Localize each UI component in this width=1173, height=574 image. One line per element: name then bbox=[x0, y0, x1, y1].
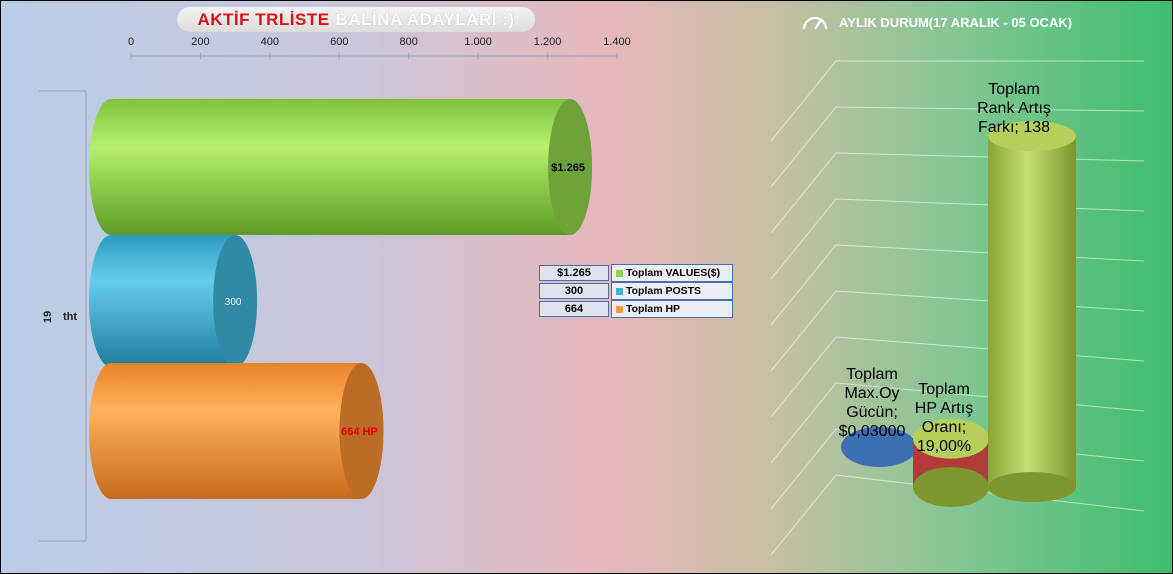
data-label-line: Rank Artış bbox=[977, 100, 1051, 117]
data-label-line: Toplam bbox=[988, 81, 1040, 98]
bar-2: 300 bbox=[89, 235, 258, 367]
gridline-side bbox=[770, 152, 837, 234]
x-tick-label: 800 bbox=[400, 36, 418, 48]
category-label-name: tht bbox=[63, 311, 77, 323]
cylinder-body bbox=[988, 136, 1076, 487]
bar-series: $1.265 300 664 HP bbox=[89, 99, 593, 499]
legend-entry: Toplam POSTS bbox=[611, 282, 733, 300]
legend-value: 300 bbox=[539, 283, 609, 299]
bar-data-label: $1.265 bbox=[551, 162, 585, 174]
category-label-number: 19 bbox=[42, 311, 54, 323]
gridline-side bbox=[770, 290, 837, 372]
x-tick-label: 600 bbox=[330, 36, 348, 48]
x-tick-label: 1.400 bbox=[603, 36, 631, 48]
legend-value: 664 bbox=[539, 301, 609, 317]
legend-swatch bbox=[616, 305, 623, 313]
cylinder-base bbox=[913, 467, 989, 507]
gridline-side bbox=[770, 428, 837, 510]
legend-value: $1.265 bbox=[539, 265, 609, 281]
legend-label: Toplam HP bbox=[626, 303, 681, 315]
data-label: Toplam HP Artış Oranı; 19,00% bbox=[891, 380, 997, 456]
data-label-line: Oranı; bbox=[921, 419, 967, 436]
bar-body bbox=[89, 99, 571, 235]
legend-entry: Toplam VALUES($) bbox=[611, 264, 733, 282]
legend-row: $1.265 Toplam VALUES($) bbox=[539, 264, 733, 282]
legend-table: $1.265 Toplam VALUES($) 300 Toplam POSTS 664… bbox=[539, 264, 733, 318]
data-label-line: 19,00% bbox=[916, 438, 972, 455]
gridline-side bbox=[770, 60, 837, 142]
data-label: Toplam Rank Artış Farkı; 138 bbox=[961, 80, 1067, 137]
data-label-line: HP Artış bbox=[914, 400, 974, 417]
x-tick-label: 400 bbox=[261, 36, 279, 48]
x-tick-label: 1.200 bbox=[534, 36, 562, 48]
x-tick-label: 200 bbox=[191, 36, 209, 48]
cylinder-base bbox=[988, 472, 1076, 502]
gridline-side bbox=[770, 106, 837, 188]
x-tick-label: 0 bbox=[128, 36, 134, 48]
legend-entry: Toplam HP bbox=[611, 300, 733, 318]
legend-label: Toplam VALUES($) bbox=[626, 267, 721, 279]
legend-swatch bbox=[616, 287, 623, 295]
gridline-side bbox=[770, 198, 837, 280]
bar-data-label: 300 bbox=[225, 297, 242, 308]
data-label-line: Farkı; 138 bbox=[977, 119, 1051, 136]
chart-canvas: AKTİF TRLİSTE BALİNA ADAYLARI :) AYLIK D… bbox=[0, 0, 1173, 574]
legend-row: 664 Toplam HP bbox=[539, 300, 733, 318]
bar-3: 664 HP bbox=[89, 363, 384, 499]
bar-data-label: 664 HP bbox=[341, 426, 378, 438]
legend-row: 300 Toplam POSTS bbox=[539, 282, 733, 300]
legend-label: Toplam POSTS bbox=[626, 285, 702, 297]
gridline-side bbox=[770, 244, 837, 326]
bar-1: $1.265 bbox=[89, 99, 593, 235]
legend-swatch bbox=[616, 269, 623, 277]
cylinder-bar-3 bbox=[988, 121, 1076, 502]
data-label-line: Toplam bbox=[918, 381, 970, 398]
gridline-side bbox=[770, 474, 837, 556]
x-tick-label: 1.000 bbox=[464, 36, 492, 48]
bar-body bbox=[89, 363, 362, 499]
